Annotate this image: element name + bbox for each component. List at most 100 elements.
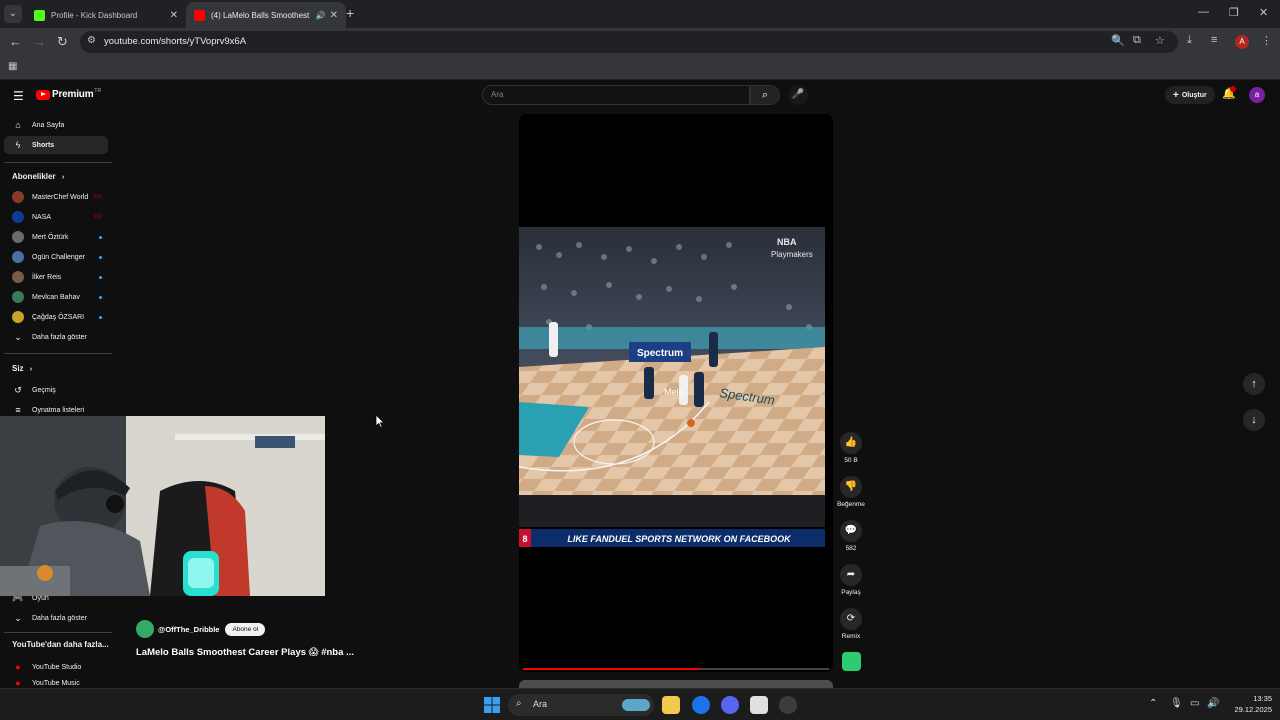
youtube-premium-logo[interactable]: Premium TR — [36, 87, 102, 100]
subscription-item[interactable]: Mevlcan Bahav — [4, 288, 108, 306]
volume-icon[interactable]: 🔊 — [1207, 698, 1219, 709]
browser-tab-youtube[interactable]: (4) LaMelo Balls Smoothest 🔊 ✕ — [186, 2, 346, 28]
subscription-item[interactable]: NASA ((•)) — [4, 208, 108, 226]
media-controls-icon[interactable]: ≡ — [1211, 34, 1217, 46]
taskbar-clock[interactable]: 13:35 29.12.2025 — [1228, 693, 1272, 715]
live-indicator-icon: ((•)) — [93, 194, 102, 200]
download-icon[interactable]: ⤓ — [1187, 34, 1192, 47]
close-tab-icon[interactable]: ✕ — [170, 10, 178, 21]
sidebar-item-shorts[interactable]: ϟ Shorts — [4, 136, 108, 154]
discord-icon[interactable] — [721, 696, 739, 714]
back-icon[interactable]: ← — [9, 34, 22, 49]
video-frame[interactable]: Spectrum Spectrum Melo NBA Playmakers 8 … — [519, 227, 825, 559]
subscription-item[interactable]: Mert Öztürk — [4, 228, 108, 246]
sidebar-item-home[interactable]: ⌂ Ana Sayfa — [4, 116, 108, 134]
microphone-icon[interactable]: 🎙 — [1170, 698, 1183, 709]
cast-icon[interactable]: ⧉ — [1133, 34, 1141, 47]
search-placeholder: Ara — [491, 90, 504, 99]
show-more-button[interactable]: ⌄ Daha fazla göster — [4, 328, 108, 346]
subscriptions-heading[interactable]: Abonelikler › — [12, 172, 64, 181]
sidebar-item-youtube-music[interactable]: ● YouTube Music — [4, 678, 108, 688]
search-button[interactable]: ⌕ — [750, 85, 780, 105]
chrome-icon[interactable] — [692, 696, 710, 714]
basketball-video-image: Spectrum Spectrum Melo NBA Playmakers 8 … — [519, 227, 825, 559]
menu-icon[interactable]: ☰ — [13, 89, 24, 103]
youtube-music-icon: ● — [15, 678, 21, 688]
subscription-name: Mevlcan Bahav — [32, 293, 80, 301]
logo-text: Premium — [52, 89, 94, 100]
network-icon[interactable]: ▭ — [1190, 698, 1199, 709]
browser-toolbar: ← → ↻ ⚙ youtube.com/shorts/yTVoprv9x6A 🔍… — [0, 28, 1280, 56]
playmakers-watermark: Playmakers — [771, 250, 813, 259]
forward-icon[interactable]: → — [33, 34, 46, 49]
logo-region: TR — [94, 87, 102, 94]
chrome-menu-icon[interactable]: ⋮ — [1261, 34, 1272, 47]
browser-profile-avatar[interactable]: A — [1235, 35, 1249, 49]
dislike-button[interactable]: 👎 Beğenme — [836, 476, 866, 508]
clock-time: 13:35 — [1253, 694, 1272, 703]
maximize-icon[interactable]: ❐ — [1229, 6, 1239, 19]
chevron-right-icon: › — [61, 174, 65, 181]
sidebar-item-label: YouTube Music — [32, 679, 80, 687]
share-arrow-icon: ➦ — [840, 564, 862, 586]
zoom-icon[interactable]: 🔍 — [1111, 34, 1125, 47]
remix-button[interactable]: ⟳ Remix — [836, 608, 866, 640]
tray-chevron-up-icon[interactable]: ⌃ — [1149, 698, 1157, 709]
close-tab-icon[interactable]: ✕ — [330, 10, 338, 21]
reload-icon[interactable]: ↻ — [57, 34, 68, 50]
new-content-dot — [99, 315, 102, 319]
subscription-item[interactable]: Çağdaş ÖZSARI — [4, 308, 108, 326]
sidebar-item-label: Oynatma listeleri — [32, 406, 85, 414]
sound-thumbnail[interactable] — [842, 652, 861, 671]
user-avatar[interactable]: a — [1249, 87, 1265, 103]
channel-avatar[interactable] — [136, 620, 154, 638]
comments-button[interactable]: 💬 582 — [836, 520, 866, 552]
windows-start-icon[interactable] — [484, 697, 500, 713]
sidebar-item-history[interactable]: ↺ Geçmiş — [4, 381, 108, 399]
calculator-icon[interactable] — [750, 696, 768, 714]
search-input[interactable]: Ara — [482, 85, 750, 105]
subscription-item[interactable]: Ogün Challenger — [4, 248, 108, 266]
subscription-name: Ogün Challenger — [32, 253, 85, 261]
youtube-favicon-icon — [194, 9, 205, 21]
channel-avatar — [12, 291, 24, 303]
tab-title: (4) LaMelo Balls Smoothest — [211, 10, 310, 20]
bookmarks-bar: ▦ — [0, 56, 1280, 80]
site-info-icon[interactable]: ⚙ — [87, 35, 96, 46]
shorts-player[interactable]: Spectrum Spectrum Melo NBA Playmakers 8 … — [519, 114, 833, 672]
bookmark-star-icon[interactable]: ☆ — [1155, 34, 1165, 47]
nba-watermark: NBA — [777, 237, 797, 247]
short-title[interactable]: LaMelo Balls Smoothest Career Plays 😱 #n… — [136, 647, 354, 658]
minimize-icon[interactable]: — — [1198, 6, 1209, 18]
subscribe-button[interactable]: Abone ol — [225, 622, 266, 636]
you-heading[interactable]: Siz › — [12, 364, 32, 373]
settings-app-icon[interactable] — [779, 696, 797, 714]
comment-count: 582 — [845, 545, 857, 552]
share-button[interactable]: ➦ Paylaş — [836, 564, 866, 596]
video-progress-bar[interactable] — [523, 668, 829, 670]
score-box: 8 — [522, 534, 527, 544]
previous-short-arrow-icon[interactable]: ↑ — [1243, 373, 1265, 395]
speaker-icon[interactable]: 🔊 — [316, 11, 326, 20]
browser-tab-kick[interactable]: Profile - Kick Dashboard ✕ — [26, 2, 186, 28]
sidebar-item-youtube-studio[interactable]: ● YouTube Studio — [4, 658, 108, 676]
next-short-preview[interactable] — [519, 680, 833, 688]
next-short-arrow-icon[interactable]: ↓ — [1243, 409, 1265, 431]
close-window-icon[interactable]: ✕ — [1259, 6, 1268, 19]
channel-avatar — [12, 311, 24, 323]
new-tab-icon[interactable]: + — [346, 5, 354, 21]
subscription-item[interactable]: MasterChef World ((•)) — [4, 188, 108, 206]
new-content-dot — [99, 255, 102, 259]
voice-search-icon[interactable]: 🎤 — [788, 85, 808, 105]
file-explorer-icon[interactable] — [662, 696, 680, 714]
channel-name[interactable]: @OffThe_Dribble — [158, 625, 219, 634]
subscription-item[interactable]: İlker Reis — [4, 268, 108, 286]
subscription-name: NASA — [32, 213, 52, 221]
apps-grid-icon[interactable]: ▦ — [8, 61, 17, 72]
address-bar[interactable]: ⚙ youtube.com/shorts/yTVoprv9x6A — [80, 31, 1178, 53]
like-button[interactable]: 👍 50 B — [836, 432, 866, 464]
tab-search-chevron-icon[interactable]: ⌄ — [4, 5, 22, 23]
show-more-button[interactable]: ⌄ Daha fazla göster — [4, 609, 108, 627]
create-button[interactable]: + Oluştur — [1165, 86, 1215, 104]
taskbar-search-box[interactable]: ⌕ Ara — [508, 694, 654, 716]
